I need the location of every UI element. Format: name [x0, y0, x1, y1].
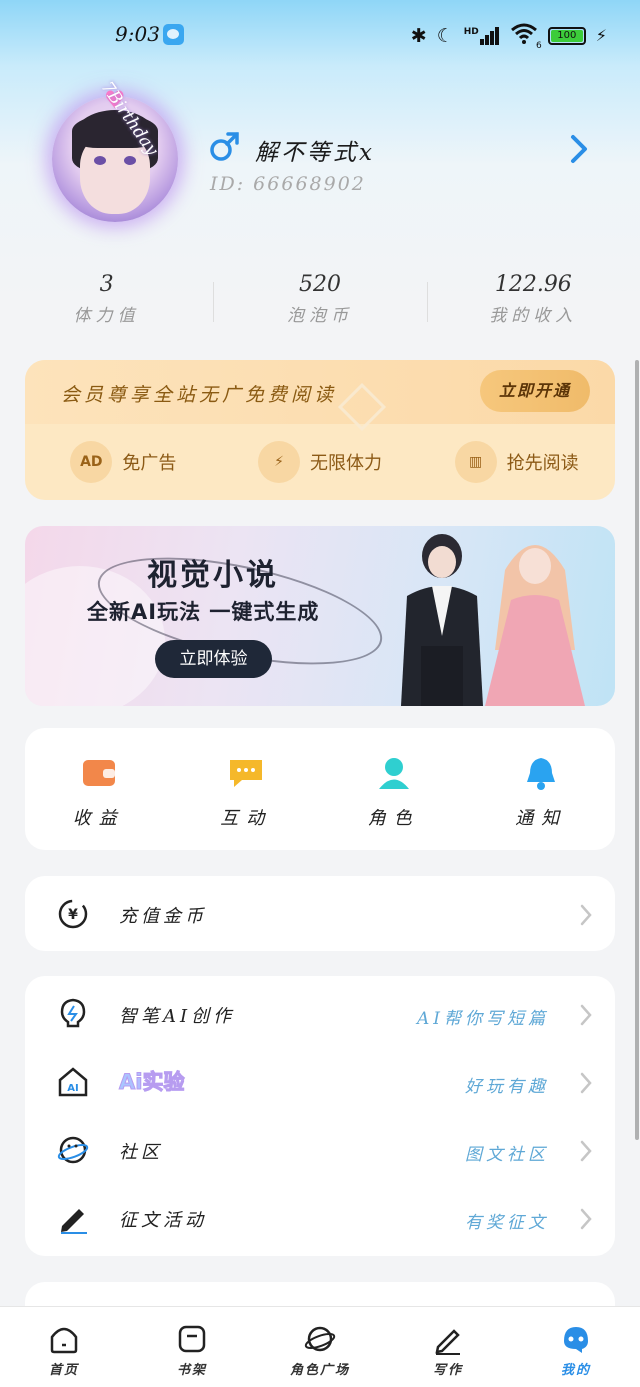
stat-stamina[interactable]: 3 体力值: [0, 272, 213, 332]
quick-notifications[interactable]: 通知: [468, 728, 616, 850]
feature-row-ai-writing[interactable]: 智笔AI创作 AI帮你写短篇: [25, 980, 615, 1048]
bell-icon: [527, 758, 556, 790]
chat-icon: [230, 760, 263, 787]
planet-nav-icon: [304, 1326, 336, 1352]
bookshelf-icon: [178, 1325, 206, 1353]
wifi-icon: 6: [510, 22, 542, 51]
stat-income[interactable]: 122.96 我的收入: [426, 272, 640, 332]
chevron-right-icon: [580, 1208, 592, 1230]
scrollbar[interactable]: [635, 360, 639, 1140]
status-icons: ✱ ☾ HD 6 100 ⚡: [410, 22, 607, 51]
profile-chevron-right-icon[interactable]: [565, 133, 593, 165]
svg-text:¥: ¥: [68, 907, 78, 923]
perk-unlimited-stamina: ⚡ 无限体力: [222, 441, 419, 483]
lightbulb-icon: [60, 998, 86, 1028]
bluetooth-icon: ✱: [410, 24, 427, 47]
banner-subtitle: 全新AI玩法 一键式生成: [87, 600, 320, 624]
username: 解不等式x: [255, 140, 375, 166]
wallet-icon: [82, 760, 115, 786]
nav-home[interactable]: 首页: [0, 1307, 128, 1387]
ad-icon: AD: [70, 441, 113, 483]
features-card: 智笔AI创作 AI帮你写短篇 AI Ai实验 好玩有趣 社区 图文社区 征文活动…: [25, 976, 615, 1256]
vip-title: 会员尊享全站无广免费阅读: [61, 384, 338, 406]
chevron-right-icon: [580, 904, 592, 926]
chevron-right-icon: [580, 1004, 592, 1026]
app-notification-icon: [163, 24, 184, 45]
user-id: ID: 66668902: [210, 173, 366, 195]
visual-novel-banner[interactable]: 视觉小说 全新AI玩法 一键式生成 立即体验: [25, 526, 615, 706]
book-icon: ▥: [454, 441, 497, 483]
chevron-right-icon: [580, 1140, 592, 1162]
female-character-illustration: [485, 545, 585, 706]
feature-row-community[interactable]: 社区 图文社区: [25, 1116, 615, 1184]
do-not-disturb-icon: ☾: [436, 24, 454, 47]
charging-icon: ⚡: [595, 26, 607, 45]
feature-row-contest[interactable]: 征文活动 有奖征文: [25, 1184, 615, 1252]
recharge-row[interactable]: ¥ 充值金币: [25, 876, 615, 951]
coin-icon: ¥: [58, 899, 88, 929]
feature-row-ai-lab[interactable]: AI Ai实验 好玩有趣: [25, 1048, 615, 1116]
lightning-icon: ⚡: [258, 441, 300, 483]
avatar[interactable]: ♥ 7Birthday: [44, 78, 194, 228]
nav-mine[interactable]: 我的: [512, 1307, 640, 1387]
quick-character[interactable]: 角色: [320, 728, 468, 850]
recharge-card: ¥ 充值金币: [25, 876, 615, 951]
ai-house-icon: AI: [58, 1067, 88, 1097]
chevron-right-icon: [580, 1072, 592, 1094]
male-icon: [210, 132, 239, 161]
try-now-button[interactable]: 立即体验: [155, 640, 272, 678]
status-time: 9:03: [115, 22, 160, 46]
perk-early-read: ▥ 抢先阅读: [418, 441, 615, 483]
recharge-label: 充值金币: [119, 906, 207, 927]
diamond-decoration-icon: [337, 382, 387, 432]
quick-interaction[interactable]: 互动: [173, 728, 321, 850]
nav-bookshelf[interactable]: 书架: [128, 1307, 256, 1387]
banner-title: 视觉小说: [147, 558, 279, 593]
vip-card[interactable]: 会员尊享全站无广免费阅读 立即开通 AD 免广告 ⚡ 无限体力 ▥ 抢先阅读: [25, 360, 615, 500]
ai-lab-label: Ai实验: [118, 1066, 184, 1096]
mine-icon: [564, 1327, 588, 1353]
nav-character-plaza[interactable]: 角色广场: [256, 1307, 384, 1387]
battery-icon: 100: [547, 26, 586, 45]
pen-icon: [61, 1209, 87, 1234]
person-icon: [378, 758, 409, 789]
stats-row: 3 体力值 520 泡泡币 122.96 我的收入: [0, 272, 640, 332]
vip-activate-button[interactable]: 立即开通: [480, 370, 590, 412]
quick-actions: 收益 互动 角色 通知: [25, 728, 615, 850]
planet-icon: [57, 1136, 89, 1164]
status-bar: 9:03 ✱ ☾ HD 6 100 ⚡: [0, 0, 640, 70]
perk-no-ads: AD 免广告: [25, 441, 222, 483]
nav-write[interactable]: 写作: [384, 1307, 512, 1387]
signal-icon: HD: [464, 26, 500, 45]
bottom-nav: 首页 书架 角色广场 写作 我的: [0, 1306, 640, 1387]
home-icon: [50, 1327, 78, 1354]
write-icon: [435, 1329, 460, 1355]
quick-income[interactable]: 收益: [25, 728, 173, 850]
stat-bubble-coins[interactable]: 520 泡泡币: [213, 272, 426, 332]
svg-text:AI: AI: [67, 1083, 78, 1094]
